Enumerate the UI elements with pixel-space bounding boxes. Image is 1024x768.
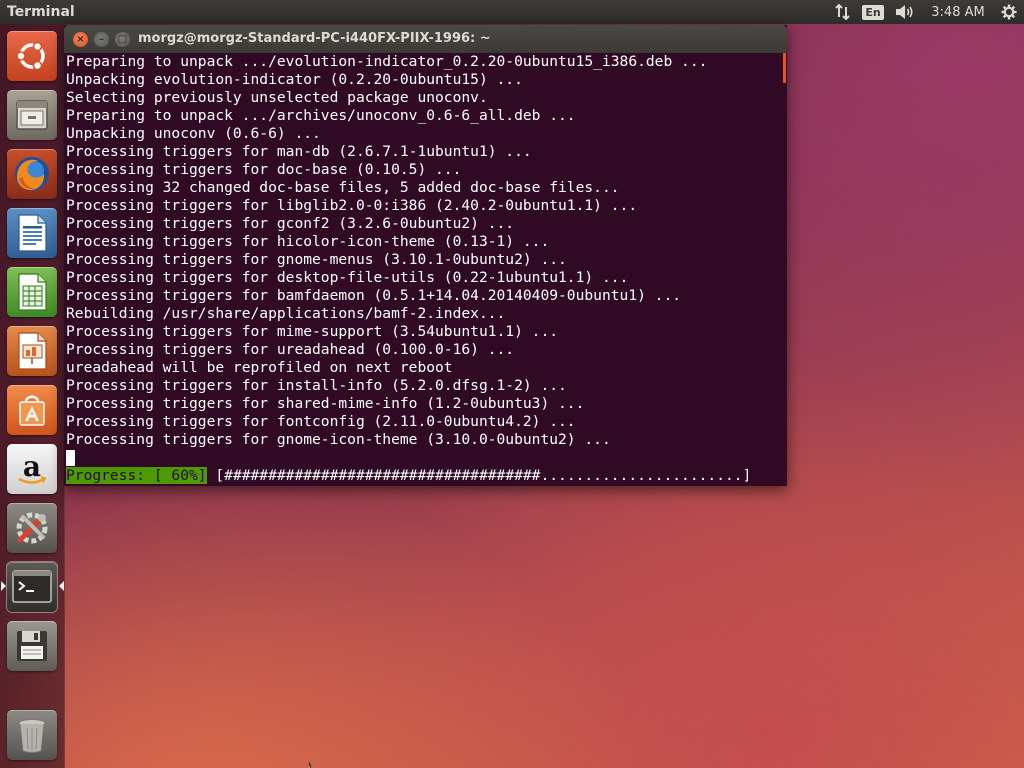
- terminal-cursor-line: [66, 449, 784, 467]
- scrollbar-indicator[interactable]: [783, 53, 786, 83]
- keyboard-layout-label: En: [862, 4, 884, 20]
- svg-text:a: a: [23, 450, 41, 483]
- ubuntu-logo-icon: [16, 41, 45, 71]
- terminal-line: Preparing to unpack .../evolution-indica…: [66, 53, 708, 70]
- sound-indicator[interactable]: [888, 0, 922, 24]
- progress-label: Progress: [ 60%]: [66, 467, 207, 484]
- floppy-disk-icon: [17, 631, 47, 661]
- terminal-line: Processing triggers for desktop-file-uti…: [66, 269, 629, 286]
- terminal-line: Processing 32 changed doc-base files, 5 …: [66, 179, 620, 196]
- progress-bar: [####################################...…: [206, 467, 752, 484]
- file-cabinet-icon: [16, 100, 48, 130]
- maximize-button[interactable]: □: [115, 32, 130, 47]
- apt-progress-line: Progress: [ 60%] [######################…: [66, 467, 784, 485]
- speaker-volume-icon: [896, 5, 913, 19]
- window-titlebar[interactable]: × – □ morgz@morgz-Standard-PC-i440FX-PII…: [64, 25, 787, 53]
- launcher-amazon[interactable]: a: [7, 444, 57, 494]
- launcher-software-center[interactable]: [7, 385, 57, 435]
- keyboard-layout-indicator[interactable]: En: [858, 0, 888, 24]
- network-indicator[interactable]: [828, 0, 858, 24]
- terminal-line: Processing triggers for install-info (5.…: [66, 377, 567, 394]
- top-panel: Terminal En 3:48 AM: [0, 0, 1024, 24]
- terminal-line: Unpacking evolution-indicator (0.2.20-0u…: [66, 71, 523, 88]
- terminal-window[interactable]: × – □ morgz@morgz-Standard-PC-i440FX-PII…: [64, 25, 787, 486]
- terminal-line: Processing triggers for libglib2.0-0:i38…: [66, 197, 638, 214]
- terminal-line: Processing triggers for mime-support (3.…: [66, 323, 559, 340]
- terminal-line: Processing triggers for ureadahead (0.10…: [66, 341, 515, 358]
- terminal-line: Processing triggers for man-db (2.6.7.1-…: [66, 143, 532, 160]
- launcher-dash-home[interactable]: [7, 31, 57, 81]
- minimize-button[interactable]: –: [94, 32, 109, 47]
- launcher: a: [0, 24, 65, 768]
- launcher-libreoffice-writer[interactable]: [7, 208, 57, 258]
- terminal-line: ureadahead will be reprofiled on next re…: [66, 359, 453, 376]
- launcher-libreoffice-calc[interactable]: [7, 267, 57, 317]
- network-arrows-icon: [835, 4, 850, 20]
- terminal-output[interactable]: Preparing to unpack .../evolution-indica…: [64, 53, 784, 486]
- text-cursor: [66, 450, 75, 466]
- terminal-line: Processing triggers for gconf2 (3.2.6-0u…: [66, 215, 515, 232]
- terminal-line: Processing triggers for gnome-icon-theme…: [66, 431, 611, 448]
- terminal-line: Processing triggers for gnome-menus (3.1…: [66, 251, 567, 268]
- amazon-icon: a: [18, 450, 47, 484]
- launcher-trash[interactable]: [7, 710, 57, 760]
- trash-icon: [18, 719, 46, 753]
- launcher-system-settings[interactable]: [7, 503, 57, 553]
- close-icon: ×: [76, 33, 85, 45]
- launcher-files[interactable]: [7, 90, 57, 140]
- indicator-area: En 3:48 AM: [828, 0, 1024, 24]
- terminal-line: Processing triggers for hicolor-icon-the…: [66, 233, 550, 250]
- launcher-terminal[interactable]: [7, 562, 57, 612]
- terminal-icon: [12, 570, 52, 603]
- focused-app-indicator: [59, 581, 64, 591]
- launcher-libreoffice-impress[interactable]: [7, 326, 57, 376]
- terminal-line: Processing triggers for fontconfig (2.11…: [66, 413, 576, 430]
- terminal-line: Rebuilding /usr/share/applications/bamf-…: [66, 305, 506, 322]
- gear-icon: [1001, 4, 1017, 20]
- maximize-icon: □: [117, 33, 128, 45]
- terminal-line: Unpacking unoconv (0.6-6) ...: [66, 125, 321, 142]
- terminal-line: Selecting previously unselected package …: [66, 89, 488, 106]
- writer-document-icon: [18, 214, 47, 252]
- calc-spreadsheet-icon: [18, 273, 47, 311]
- terminal-line: Processing triggers for shared-mime-info…: [66, 395, 585, 412]
- firefox-icon: [15, 157, 49, 191]
- clock[interactable]: 3:48 AM: [922, 0, 994, 24]
- impress-presentation-icon: [18, 332, 47, 370]
- session-menu[interactable]: [994, 0, 1024, 24]
- terminal-line: Processing triggers for bamfdaemon (0.5.…: [66, 287, 682, 304]
- shopping-bag-icon: [19, 395, 45, 426]
- window-title: morgz@morgz-Standard-PC-i440FX-PIIX-1996…: [138, 31, 491, 46]
- mouse-pointer-icon: [309, 762, 312, 768]
- running-app-indicator: [1, 581, 6, 591]
- active-app-title: Terminal: [7, 4, 75, 20]
- wrench-screwdriver-icon: [16, 512, 48, 544]
- close-button[interactable]: ×: [73, 32, 88, 47]
- launcher-save-floppy[interactable]: [7, 621, 57, 671]
- terminal-line: Processing triggers for doc-base (0.10.5…: [66, 161, 462, 178]
- terminal-line: Preparing to unpack .../archives/unoconv…: [66, 107, 576, 124]
- launcher-firefox[interactable]: [7, 149, 57, 199]
- minimize-icon: –: [99, 33, 104, 45]
